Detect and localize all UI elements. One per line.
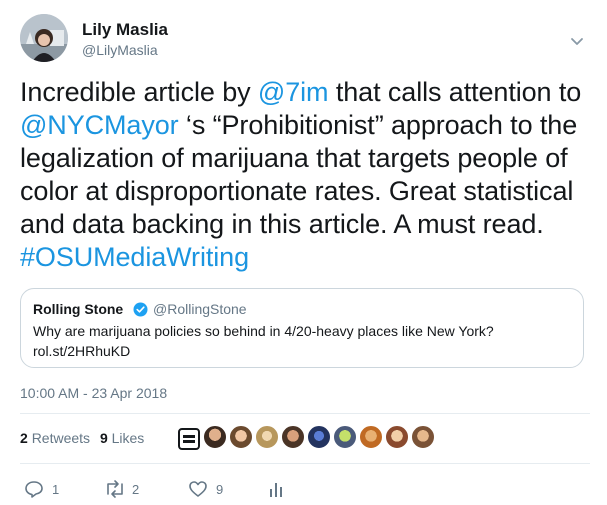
heart-icon [189,481,207,497]
quoted-tweet[interactable]: Rolling Stone @RollingStone Why are mari… [20,288,584,368]
divider [20,463,590,464]
chevron-down-icon[interactable] [568,32,586,50]
liker-avatar[interactable] [255,425,279,449]
analytics-icon [270,483,282,497]
author-name[interactable]: Lily Maslia [82,20,168,40]
liker-avatar[interactable] [359,425,383,449]
retweets-count: 2 [20,430,28,446]
liker-avatar[interactable] [203,425,227,449]
tweet-text-segment: that calls attention to [328,77,582,107]
analytics-button[interactable] [266,478,286,500]
quoted-author-handle[interactable]: @RollingStone [153,301,247,317]
likes-stat[interactable]: 9 Likes [100,430,144,446]
retweets-stat[interactable]: 2 Retweets [20,430,90,446]
liker-avatar[interactable] [385,425,409,449]
retweets-label: Retweets [31,430,91,446]
liker-avatar[interactable] [281,425,305,449]
engagement-stats: 2 Retweets 9 Likes [20,430,150,446]
liker-avatar[interactable] [178,428,200,450]
liker-avatar[interactable] [411,425,435,449]
liker-avatar[interactable] [229,425,253,449]
mention-link[interactable]: @7im [258,77,329,107]
likes-label: Likes [111,430,145,446]
tweet-text-segment: Incredible article by [20,77,258,107]
mention-link[interactable]: @NYCMayor [20,110,179,140]
divider [20,413,590,414]
reply-icon [25,481,43,498]
likes-count: 9 [99,430,108,446]
liker-avatar[interactable] [333,425,357,449]
retweet-count: 2 [132,482,140,497]
tweet-header: Lily Maslia @LilyMaslia [20,14,590,70]
tweet-actions: 1 2 9 [20,478,420,502]
hashtag-link[interactable]: #OSUMediaWriting [20,242,249,272]
quoted-tweet-text: Why are marijuana policies so behind in … [33,323,494,359]
tweet-timestamp[interactable]: 10:00 AM - 23 Apr 2018 [20,385,167,401]
liker-avatar[interactable] [307,425,331,449]
quoted-author-name[interactable]: Rolling Stone [33,301,123,317]
tweet-text: Incredible article by @7im that calls at… [20,76,590,274]
reply-count: 1 [52,482,60,497]
author-handle[interactable]: @LilyMaslia [82,42,158,58]
verified-badge-icon [133,302,148,317]
retweet-icon [107,480,123,498]
author-avatar[interactable] [20,14,68,62]
like-count: 9 [216,482,224,497]
